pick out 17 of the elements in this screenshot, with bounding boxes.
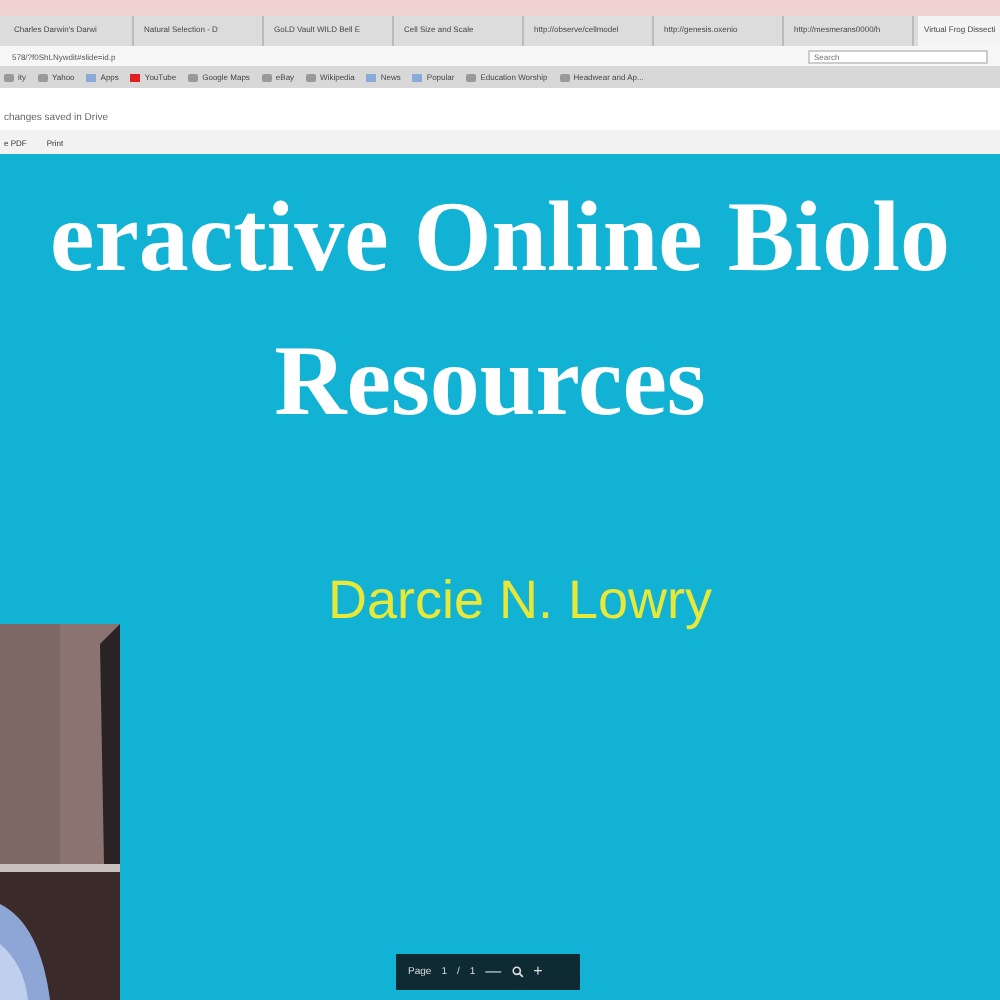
bookmark-icon xyxy=(366,73,377,81)
bookmark-icon xyxy=(86,73,97,81)
bookmark-icon xyxy=(412,73,423,81)
bookmark-icon xyxy=(188,73,199,81)
bookmark-icon xyxy=(4,73,14,81)
slide-title: eractive Online Biolo xyxy=(50,178,950,294)
bookmark-icon xyxy=(38,73,48,81)
bookmark-icon xyxy=(130,73,141,81)
author-name: Darcie N. Lowry xyxy=(327,570,713,632)
search-icon[interactable] xyxy=(511,966,524,978)
bookmark-icon xyxy=(466,73,477,81)
slide-title: Resources xyxy=(274,322,706,438)
zoom-out-button[interactable]: — xyxy=(485,964,502,980)
bookmark-icon xyxy=(306,73,317,81)
bookmark-icon xyxy=(559,73,570,81)
zoom-in-button[interactable]: + xyxy=(533,964,543,980)
bookmark-icon xyxy=(261,73,272,81)
